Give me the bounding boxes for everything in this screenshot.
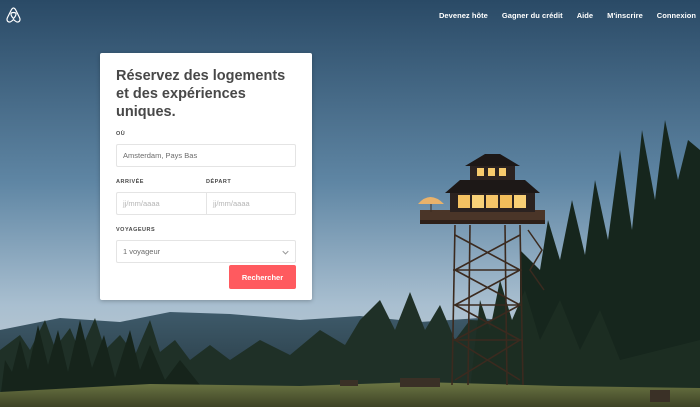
airbnb-logo-icon[interactable] [6, 7, 22, 23]
checkin-placeholder: jj/mm/aaaa [123, 199, 160, 208]
nav-signup-link[interactable]: M'inscrire [607, 11, 643, 20]
where-input[interactable]: Amsterdam, Pays Bas [116, 144, 296, 167]
guests-value: 1 voyageur [123, 247, 161, 256]
chevron-down-icon [282, 250, 289, 255]
nav-earn-credit-link[interactable]: Gagner du crédit [502, 11, 563, 20]
checkout-input[interactable]: jj/mm/aaaa [206, 192, 296, 215]
checkout-label: DÉPART [206, 179, 232, 185]
top-navigation: Devenez hôte Gagner du crédit Aide M'ins… [0, 0, 700, 30]
nav-links: Devenez hôte Gagner du crédit Aide M'ins… [425, 11, 696, 20]
dates-row: ARRIVÉE jj/mm/aaaa DÉPART jj/mm/aaaa [116, 179, 296, 215]
search-headline: Réservez des logements et des expérience… [116, 68, 286, 120]
checkout-column: DÉPART jj/mm/aaaa [206, 179, 296, 215]
guests-select[interactable]: 1 voyageur [116, 240, 296, 263]
search-card: Réservez des logements et des expérience… [100, 53, 312, 300]
search-button[interactable]: Rechercher [229, 265, 296, 289]
nav-login-link[interactable]: Connexion [657, 11, 696, 20]
checkin-column: ARRIVÉE jj/mm/aaaa [116, 179, 206, 215]
where-label: OÙ [116, 131, 126, 137]
guests-label: VOYAGEURS [116, 227, 156, 233]
checkin-label: ARRIVÉE [116, 179, 144, 185]
nav-become-host-link[interactable]: Devenez hôte [439, 11, 488, 20]
checkin-input[interactable]: jj/mm/aaaa [116, 192, 206, 215]
nav-help-link[interactable]: Aide [577, 11, 593, 20]
where-value: Amsterdam, Pays Bas [123, 151, 198, 160]
checkout-placeholder: jj/mm/aaaa [213, 199, 250, 208]
